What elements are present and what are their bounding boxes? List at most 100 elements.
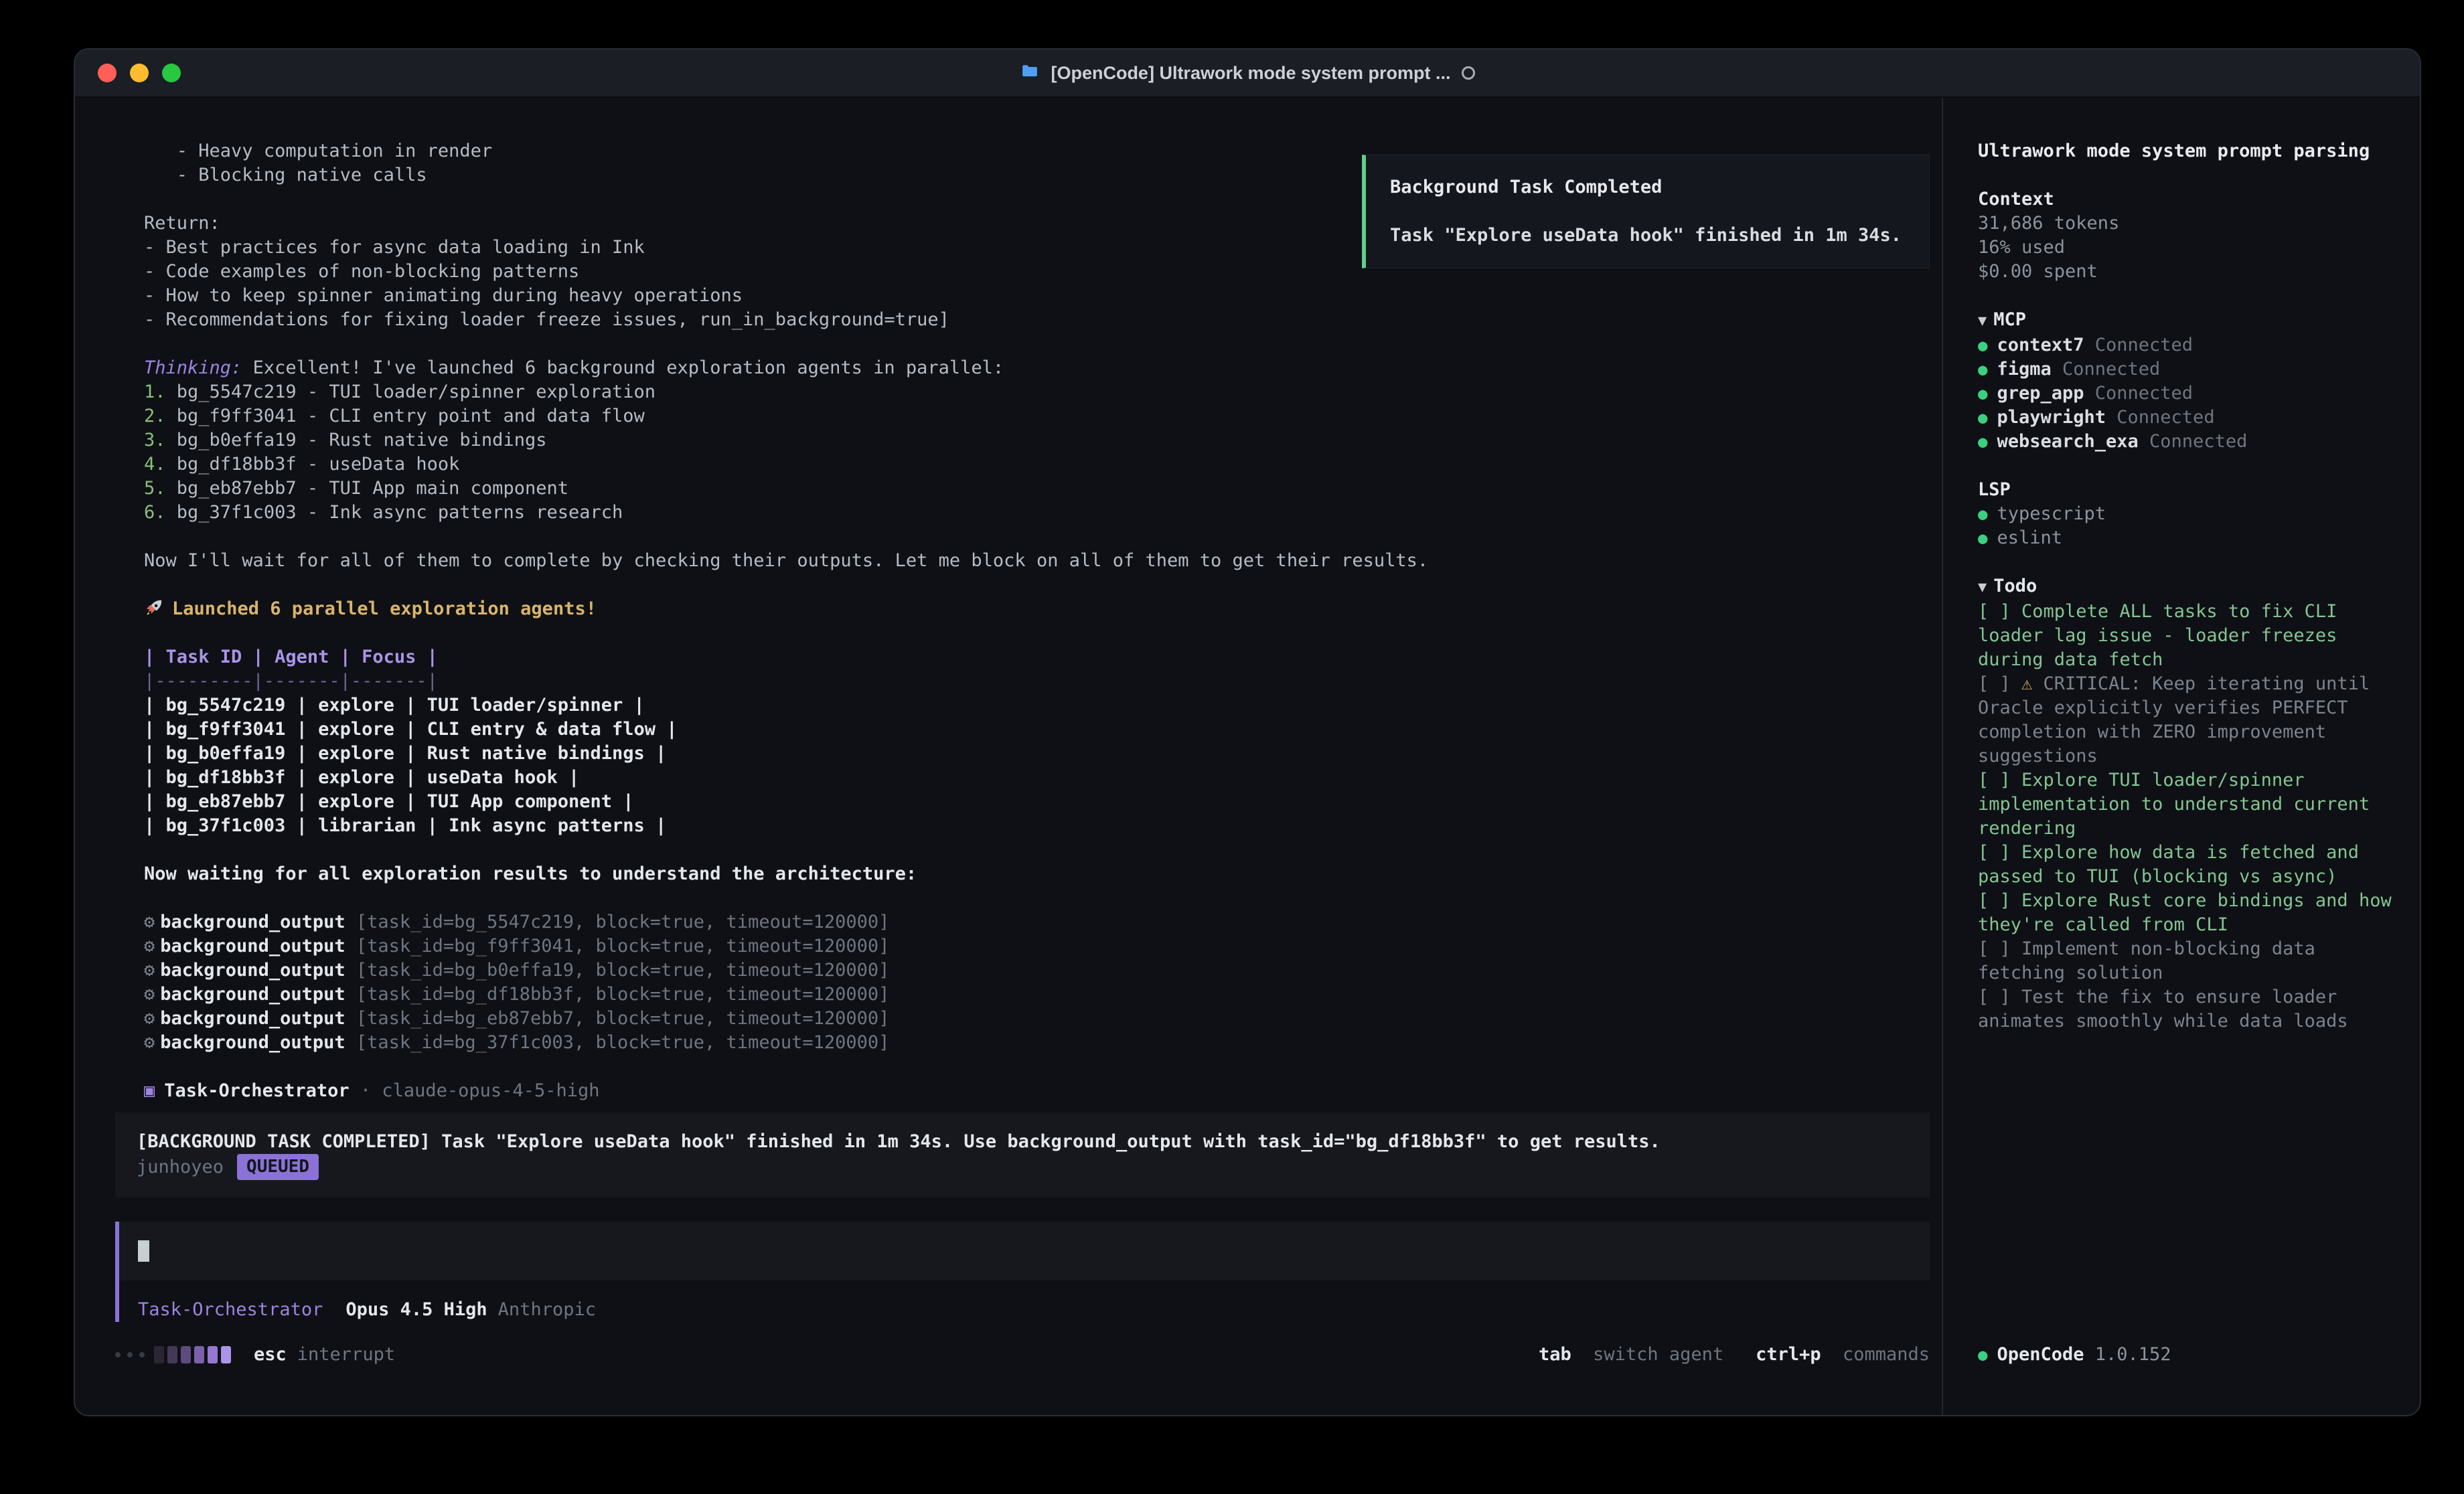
text-segment: bg_b0effa19 - Rust native bindings: [177, 430, 547, 450]
todo-section-header[interactable]: ▼ Todo: [1978, 574, 2393, 600]
todo-text: Explore how data is fetched and passed t…: [1978, 842, 2370, 887]
context-used: 16% used: [1978, 236, 2393, 260]
warning-icon: ⚠: [2021, 673, 2044, 694]
close-button[interactable]: [98, 64, 117, 82]
folder-icon: [1020, 62, 1040, 84]
connected-dot-icon: ●: [1978, 336, 1987, 355]
text-segment: 5.: [144, 478, 177, 499]
window-title-text: [OpenCode] Ultrawork mode system prompt …: [1051, 63, 1450, 84]
app-version: 1.0.152: [2084, 1344, 2171, 1365]
gear-icon: ⚙: [144, 960, 155, 981]
terminal-line: [144, 838, 1930, 862]
session-title: Ultrawork mode system prompt parsing: [1978, 139, 2393, 163]
text-segment: | bg_5547c219 | explore | TUI loader/spi…: [144, 695, 645, 716]
todo-checkbox[interactable]: [ ]: [1978, 987, 2021, 1007]
terminal-pane: - Heavy computation in render - Blocking…: [75, 98, 1942, 1415]
background-task-toast[interactable]: Background Task Completed Task "Explore …: [1362, 155, 1930, 268]
terminal-line: 6. bg_37f1c003 - Ink async patterns rese…: [144, 501, 1930, 525]
user-name: junhoyeo: [137, 1155, 224, 1179]
text-segment: | bg_f9ff3041 | explore | CLI entry & da…: [144, 719, 678, 740]
todo-checkbox[interactable]: [ ]: [1978, 938, 2021, 959]
status-dot-icon: ●: [1978, 1345, 1987, 1364]
terminal-line: - How to keep spinner animating during h…: [144, 284, 1930, 308]
connected-dot-icon: ●: [1978, 505, 1987, 523]
todo-heading: Todo: [1993, 576, 2037, 596]
terminal-line: Thinking: Excellent! I've launched 6 bac…: [144, 356, 1930, 380]
todo-item: [ ] Explore TUI loader/spinner implement…: [1978, 768, 2393, 841]
completed-message: [BACKGROUND TASK COMPLETED] Task "Explor…: [137, 1130, 1908, 1154]
zoom-button[interactable]: [162, 64, 181, 82]
text-segment: | Task ID | Agent | Focus |: [144, 647, 438, 667]
prompt-input[interactable]: [119, 1222, 1930, 1280]
mcp-status: Connected: [2084, 335, 2193, 355]
window-title: [OpenCode] Ultrawork mode system prompt …: [1020, 62, 1474, 84]
text-segment: bg_df18bb3f - useData hook: [177, 454, 460, 475]
todo-checkbox[interactable]: [ ]: [1978, 601, 2021, 622]
todo-checkbox[interactable]: [ ]: [1978, 842, 2021, 863]
terminal-line: 1. bg_5547c219 - TUI loader/spinner expl…: [144, 380, 1930, 404]
lsp-item: ●eslint: [1978, 526, 2393, 550]
text-segment: background_output: [160, 1008, 356, 1029]
mcp-name: websearch_exa: [1997, 431, 2138, 452]
gear-icon: ⚙: [144, 1032, 155, 1053]
text-segment: bg_f9ff3041 - CLI entry point and data f…: [177, 406, 645, 426]
terminal-line: Launched 6 parallel exploration agents!: [144, 597, 1930, 621]
chevron-down-icon: ▼: [1978, 313, 1987, 329]
minimize-button[interactable]: [130, 64, 149, 82]
mcp-status: Connected: [2084, 383, 2193, 404]
rocket-icon: [144, 598, 164, 619]
sidebar: Ultrawork mode system prompt parsing Con…: [1942, 98, 2420, 1415]
text-segment: [task_id=bg_37f1c003, block=true, timeou…: [356, 1032, 890, 1053]
mcp-item: ●grep_app Connected: [1978, 382, 2393, 406]
app-name: OpenCode: [1997, 1344, 2084, 1365]
terminal-line: ▣Task-Orchestrator · claude-opus-4-5-hig…: [144, 1079, 1930, 1103]
ctrlp-key-hint: ctrl+p: [1756, 1344, 1821, 1365]
toast-body: Task "Explore useData hook" finished in …: [1390, 224, 1905, 248]
todo-checkbox[interactable]: [ ]: [1978, 890, 2021, 911]
todo-checkbox[interactable]: [ ]: [1978, 673, 2021, 694]
gear-icon: ⚙: [144, 912, 155, 932]
terminal-line: ⚙background_output [task_id=bg_b0effa19,…: [144, 959, 1930, 983]
mcp-item: ● context7 Connected: [1978, 333, 2393, 357]
chevron-down-icon: ▼: [1978, 579, 1987, 596]
agent-name[interactable]: Task-Orchestrator: [138, 1299, 323, 1320]
sidebar-footer: ● OpenCode 1.0.152: [1978, 1343, 2393, 1367]
terminal-line: | bg_b0effa19 | explore | Rust native bi…: [144, 742, 1930, 766]
terminal-line: [144, 1055, 1930, 1079]
terminal-line: ⚙background_output [task_id=bg_df18bb3f,…: [144, 983, 1930, 1007]
terminal-output: - Heavy computation in render - Blocking…: [115, 139, 1930, 1103]
traffic-lights: [98, 64, 181, 82]
todo-text: Complete ALL tasks to fix CLI loader lag…: [1978, 601, 2348, 670]
todo-checkbox[interactable]: [ ]: [1978, 770, 2021, 791]
mcp-name: figma: [1997, 359, 2051, 380]
text-segment: - Best practices for async data loading …: [144, 237, 645, 258]
connected-dot-icon: ●: [1978, 529, 1987, 548]
mcp-name: context7: [1997, 335, 2084, 355]
mcp-item: ●figma Connected: [1978, 357, 2393, 382]
text-segment: - Heavy computation in render: [144, 141, 492, 161]
terminal-line: Now waiting for all exploration results …: [144, 862, 1930, 886]
text-segment: bg_5547c219 - TUI loader/spinner explora…: [177, 382, 656, 402]
connected-dot-icon: ●: [1978, 408, 1987, 427]
lsp-list: ●typescript●eslint: [1978, 502, 2393, 550]
todo-item: [ ] Test the fix to ensure loader animat…: [1978, 985, 2393, 1033]
todo-item: [ ] Complete ALL tasks to fix CLI loader…: [1978, 600, 2393, 672]
mcp-section-header[interactable]: ▼MCP: [1978, 308, 2393, 333]
terminal-line: | bg_37f1c003 | librarian | Ink async pa…: [144, 814, 1930, 838]
text-segment: [task_id=bg_5547c219, block=true, timeou…: [356, 912, 890, 932]
esc-key-label: interrupt: [297, 1343, 395, 1367]
context-spent: $0.00 spent: [1978, 260, 2393, 284]
title-bar[interactable]: [OpenCode] Ultrawork mode system prompt …: [75, 50, 2420, 98]
model-name[interactable]: Opus 4.5 High: [345, 1299, 487, 1320]
tab-key-label: switch agent: [1593, 1344, 1723, 1365]
terminal-line: | Task ID | Agent | Focus |: [144, 645, 1930, 669]
text-segment: [task_id=bg_f9ff3041, block=true, timeou…: [356, 936, 890, 957]
mcp-status: Connected: [2139, 431, 2248, 452]
text-segment: background_output: [160, 984, 356, 1005]
todo-item: [ ] Explore how data is fetched and pass…: [1978, 841, 2393, 889]
text-segment: Now I'll wait for all of them to complet…: [144, 550, 1428, 571]
terminal-line: | bg_f9ff3041 | explore | CLI entry & da…: [144, 718, 1930, 742]
text-segment: 6.: [144, 502, 177, 523]
text-segment: [task_id=bg_df18bb3f, block=true, timeou…: [356, 984, 890, 1005]
mcp-status: Connected: [2106, 407, 2215, 428]
